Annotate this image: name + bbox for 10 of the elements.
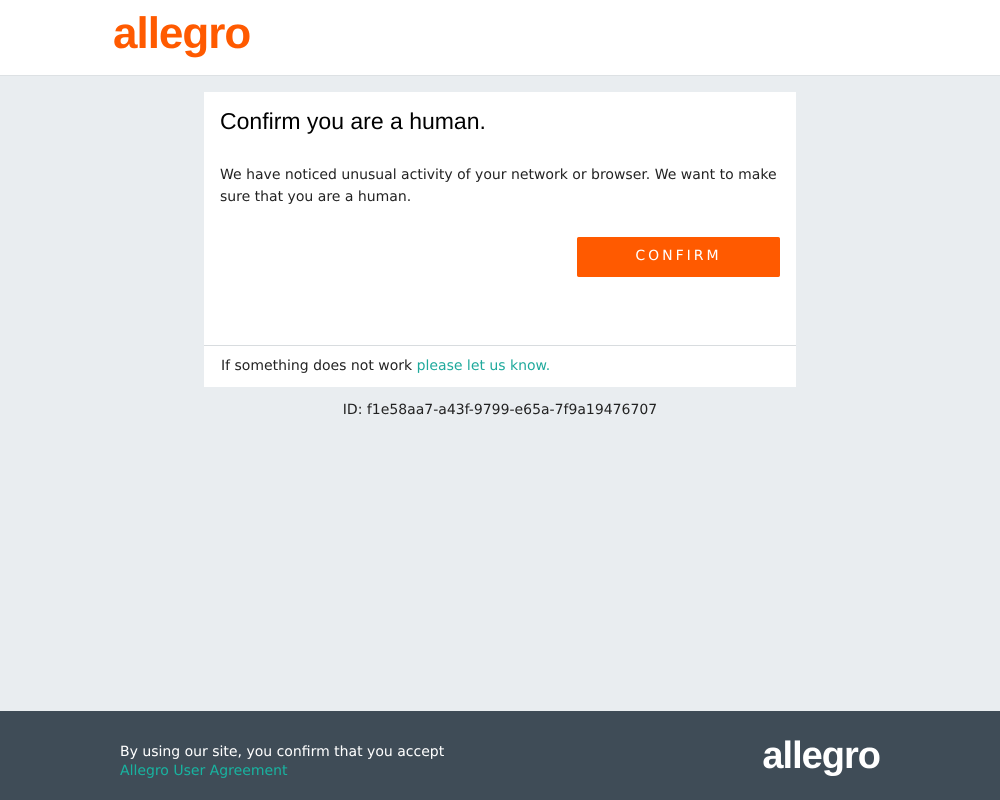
heading: Confirm you are a human. xyxy=(220,107,487,136)
confirm-button[interactable]: CONFIRM xyxy=(577,236,780,276)
user-agreement-link[interactable]: Allegro User Agreement xyxy=(120,762,288,778)
request-id-text: ID: f1e58aa7-a43f-9799-e65a-7f9a19476707 xyxy=(342,400,658,420)
footer-text: By using our site, you confirm that you accept Allegro User Agreement xyxy=(120,742,446,780)
footer-logo[interactable]: allegro xyxy=(762,736,880,786)
help-text: If something does not work please let us know. xyxy=(221,356,550,376)
help-link[interactable]: please let us know. xyxy=(416,358,550,374)
message-text: We have noticed unusual activity of your network or browser. We want to make sure that you are a human. xyxy=(220,166,778,206)
logo[interactable]: allegro xyxy=(113,12,250,64)
